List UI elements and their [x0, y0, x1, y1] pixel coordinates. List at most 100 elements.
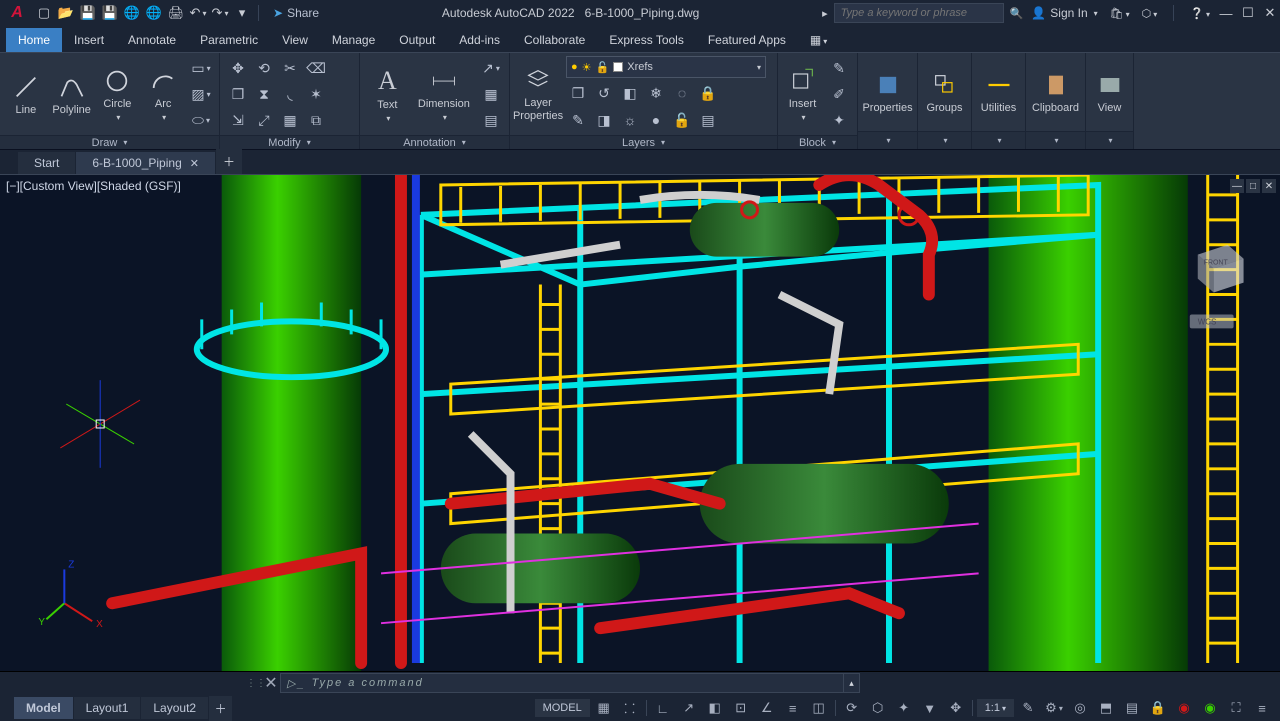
- tab-layout2[interactable]: Layout2: [141, 697, 209, 719]
- tab-home[interactable]: Home: [6, 28, 62, 52]
- text-button[interactable]: AText▾: [366, 58, 409, 130]
- vp-close-icon[interactable]: ✕: [1262, 179, 1276, 193]
- leader-icon[interactable]: ↗▾: [479, 56, 503, 80]
- panel-clipboard-expand[interactable]: ▾: [1026, 131, 1085, 149]
- hatch-icon[interactable]: ▨▾: [189, 82, 213, 106]
- drawing-canvas[interactable]: X Y Z FRONT WCS: [0, 175, 1280, 671]
- minimize-icon[interactable]: —: [1216, 3, 1236, 23]
- share-button[interactable]: ➤ Share: [273, 6, 319, 20]
- tab-extra-icon[interactable]: ▦▾: [798, 28, 839, 52]
- tab-expresstools[interactable]: Express Tools: [597, 28, 695, 52]
- layeron-icon[interactable]: ●: [644, 108, 668, 132]
- clipboard-button[interactable]: Clipboard: [1034, 56, 1078, 128]
- maximize-icon[interactable]: ☐: [1238, 3, 1258, 23]
- polar-icon[interactable]: ↗: [677, 698, 701, 718]
- viewport[interactable]: [−][Custom View][Shaded (GSF)] — □ ✕: [0, 174, 1280, 672]
- annoscale-icon[interactable]: ✎: [1016, 698, 1040, 718]
- autosnap-icon[interactable]: ∠: [755, 698, 779, 718]
- panel-layers-label[interactable]: Layers▾: [510, 135, 777, 149]
- status-model[interactable]: MODEL: [535, 699, 590, 717]
- utilities-button[interactable]: Utilities: [978, 56, 1019, 128]
- search-icon[interactable]: 🔍: [1010, 7, 1024, 20]
- layerthaw-icon[interactable]: ☼: [618, 108, 642, 132]
- help-icon[interactable]: ❔▾: [1190, 7, 1210, 20]
- arc-button[interactable]: Arc▾: [143, 58, 183, 130]
- tab-annotate[interactable]: Annotate: [116, 28, 188, 52]
- fillet-icon[interactable]: ◟: [278, 82, 302, 106]
- panel-view-expand[interactable]: ▾: [1086, 131, 1133, 149]
- layerlock-icon[interactable]: 🔒: [696, 81, 720, 105]
- view-button[interactable]: View: [1092, 56, 1127, 128]
- status-scale[interactable]: 1:1▾: [977, 699, 1014, 717]
- a360-icon[interactable]: ⬡▾: [1142, 7, 1158, 20]
- panel-annotation-label[interactable]: Annotation▾: [360, 135, 509, 149]
- close-tab-icon[interactable]: ✕: [190, 157, 199, 170]
- viewport-label[interactable]: [−][Custom View][Shaded (GSF)]: [6, 179, 181, 193]
- layermake-icon[interactable]: ✎: [566, 108, 590, 132]
- web-open-icon[interactable]: 🌐: [122, 3, 142, 23]
- tab-manage[interactable]: Manage: [320, 28, 387, 52]
- undo-icon[interactable]: ↶▾: [188, 3, 208, 23]
- panel-properties-expand[interactable]: ▾: [858, 131, 917, 149]
- quickprops-icon[interactable]: ▤: [1120, 698, 1144, 718]
- new-icon[interactable]: ▢: [34, 3, 54, 23]
- layer-combo[interactable]: ●☀🔓 Xrefs ▾: [566, 56, 766, 78]
- filetab-start[interactable]: Start: [18, 152, 76, 174]
- add-layout-icon[interactable]: ＋: [209, 696, 233, 721]
- signin-button[interactable]: 👤 Sign In ▾: [1031, 6, 1097, 20]
- properties-button[interactable]: Properties: [866, 56, 910, 128]
- lockui-icon[interactable]: 🔒: [1146, 698, 1170, 718]
- annomonitor-icon[interactable]: ◎: [1068, 698, 1092, 718]
- layermatch-icon[interactable]: ❐: [566, 81, 590, 105]
- workspace-icon[interactable]: ⚙▾: [1042, 698, 1066, 718]
- mtext-icon[interactable]: ▤: [479, 108, 503, 132]
- tab-view[interactable]: View: [270, 28, 320, 52]
- copy-icon[interactable]: ❐: [226, 82, 250, 106]
- tab-collaborate[interactable]: Collaborate: [512, 28, 597, 52]
- search-input[interactable]: [834, 3, 1004, 23]
- layeruniso-icon[interactable]: ◨: [592, 108, 616, 132]
- cmd-grip-icon[interactable]: ⋮⋮: [250, 673, 262, 693]
- osnap-icon[interactable]: ⊡: [729, 698, 753, 718]
- layerwalk-icon[interactable]: ▤: [696, 108, 720, 132]
- tab-addins[interactable]: Add-ins: [447, 28, 512, 52]
- erase-icon[interactable]: ⌫: [304, 56, 328, 80]
- ortho-icon[interactable]: ∟: [651, 698, 675, 718]
- units-icon[interactable]: ⬒: [1094, 698, 1118, 718]
- line-button[interactable]: Line: [6, 58, 46, 130]
- viewcube[interactable]: FRONT WCS: [1190, 245, 1244, 329]
- app-logo[interactable]: A: [6, 2, 28, 24]
- vp-maximize-icon[interactable]: □: [1246, 179, 1260, 193]
- new-tab-icon[interactable]: ＋: [216, 149, 242, 174]
- layerunlock-icon[interactable]: 🔓: [670, 108, 694, 132]
- customize-icon[interactable]: ≡: [1250, 698, 1274, 718]
- tab-insert[interactable]: Insert: [62, 28, 116, 52]
- exchange-icon[interactable]: 🛍▾: [1110, 7, 1130, 20]
- ellipse-icon[interactable]: ⬭▾: [189, 108, 213, 132]
- table-icon[interactable]: ▦: [479, 82, 503, 106]
- layeroff-icon[interactable]: ◌: [670, 81, 694, 105]
- open-icon[interactable]: 📂: [56, 3, 76, 23]
- tab-parametric[interactable]: Parametric: [188, 28, 270, 52]
- gizmo-icon[interactable]: ✥: [944, 698, 968, 718]
- panel-block-label[interactable]: Block▾: [778, 135, 857, 149]
- save-icon[interactable]: 💾: [78, 3, 98, 23]
- ducs-icon[interactable]: ✦: [892, 698, 916, 718]
- cmd-history-icon[interactable]: ▴: [844, 673, 860, 693]
- circle-button[interactable]: Circle▾: [98, 58, 138, 130]
- mirror-icon[interactable]: ⧗: [252, 82, 276, 106]
- transparency-icon[interactable]: ◫: [807, 698, 831, 718]
- snap-icon[interactable]: ⸬: [618, 698, 642, 718]
- cleanscreen-icon[interactable]: ⛶: [1224, 698, 1248, 718]
- scale-icon[interactable]: ⤢: [252, 108, 276, 132]
- hwa-icon[interactable]: ◉: [1198, 698, 1222, 718]
- command-input[interactable]: ▷_ Type a command: [280, 673, 844, 693]
- lwt-icon[interactable]: ≡: [781, 698, 805, 718]
- offset-icon[interactable]: ⧉: [304, 108, 328, 132]
- tab-layout1[interactable]: Layout1: [74, 697, 142, 719]
- layer-properties-button[interactable]: Layer Properties: [516, 61, 560, 127]
- groups-button[interactable]: Groups: [924, 56, 965, 128]
- 3dsnap-icon[interactable]: ⬡: [866, 698, 890, 718]
- cycling-icon[interactable]: ⟳: [840, 698, 864, 718]
- redo-icon[interactable]: ↷▾: [210, 3, 230, 23]
